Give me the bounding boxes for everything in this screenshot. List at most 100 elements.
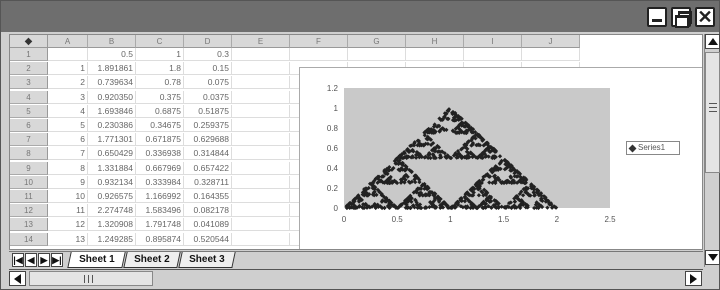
- grid-cell[interactable]: 1.891861: [88, 62, 136, 76]
- grid-cell[interactable]: 1.791748: [136, 218, 184, 232]
- grid-cell[interactable]: [522, 48, 580, 61]
- restore-icon[interactable]: [671, 7, 692, 28]
- grid-cell[interactable]: 0.78: [136, 76, 184, 90]
- grid-cell[interactable]: [464, 48, 522, 61]
- grid-cell[interactable]: 0.932134: [88, 175, 136, 189]
- grid-cell[interactable]: 0.51875: [184, 104, 232, 118]
- grid-cell[interactable]: 0.739634: [88, 76, 136, 90]
- grid-cell[interactable]: 1: [48, 62, 88, 76]
- grid-cell[interactable]: 1.331884: [88, 161, 136, 175]
- grid-cell[interactable]: 8: [48, 161, 88, 175]
- grid-cell[interactable]: 0.333984: [136, 175, 184, 189]
- grid-cell[interactable]: [232, 90, 290, 104]
- grid-cell[interactable]: [348, 48, 406, 61]
- column-header[interactable]: G: [348, 35, 406, 48]
- grid-cell[interactable]: 0.3: [184, 48, 232, 61]
- tab-sheet-1[interactable]: Sheet 1: [67, 252, 126, 268]
- grid-cell[interactable]: [232, 161, 290, 175]
- grid-cell[interactable]: [232, 133, 290, 147]
- grid-cell[interactable]: [232, 232, 290, 246]
- grid-cell[interactable]: 5: [48, 119, 88, 132]
- vertical-scroll-thumb[interactable]: [705, 52, 720, 173]
- horizontal-scrollbar[interactable]: [9, 269, 703, 287]
- scroll-up-icon[interactable]: [705, 34, 720, 49]
- grid-cell[interactable]: 3: [48, 90, 88, 104]
- grid-cell[interactable]: 1.583496: [136, 204, 184, 218]
- column-header[interactable]: D: [184, 35, 232, 48]
- prev-sheet-icon[interactable]: ◀: [25, 253, 37, 267]
- grid-cell[interactable]: 1.8: [136, 62, 184, 76]
- row-header[interactable]: 12: [10, 204, 48, 218]
- grid-cell[interactable]: 0.657422: [184, 161, 232, 175]
- row-header[interactable]: 10: [10, 175, 48, 189]
- row-header[interactable]: 9: [10, 161, 48, 175]
- grid-cell[interactable]: 0.5: [88, 48, 136, 61]
- grid-cell[interactable]: 0.926575: [88, 190, 136, 203]
- scroll-down-icon[interactable]: [705, 250, 720, 265]
- grid-cell[interactable]: [232, 48, 290, 61]
- column-header[interactable]: J: [522, 35, 580, 48]
- tab-sheet-3[interactable]: Sheet 3: [178, 252, 236, 268]
- minimize-icon[interactable]: [647, 7, 667, 27]
- grid-cell[interactable]: 7: [48, 147, 88, 161]
- row-header[interactable]: 14: [10, 232, 48, 246]
- grid-cell[interactable]: 2: [48, 76, 88, 90]
- vertical-scrollbar[interactable]: [704, 34, 720, 267]
- next-sheet-icon[interactable]: ▶: [38, 253, 50, 267]
- grid-cell[interactable]: 0.629688: [184, 133, 232, 147]
- grid-cell[interactable]: 6: [48, 133, 88, 147]
- grid-cell[interactable]: [406, 48, 464, 61]
- grid-cell[interactable]: 0.336938: [136, 147, 184, 161]
- grid-cell[interactable]: [232, 218, 290, 232]
- grid-cell[interactable]: 9: [48, 175, 88, 189]
- grid-cell[interactable]: 0.650429: [88, 147, 136, 161]
- grid-cell[interactable]: 4: [48, 104, 88, 118]
- row-header[interactable]: 3: [10, 76, 48, 90]
- grid-cell[interactable]: 0.041089: [184, 218, 232, 232]
- grid-cell[interactable]: 0.920350: [88, 90, 136, 104]
- grid-cell[interactable]: [232, 62, 290, 76]
- grid-cell[interactable]: 0.6875: [136, 104, 184, 118]
- grid-cell[interactable]: 12: [48, 218, 88, 232]
- scroll-right-icon[interactable]: [685, 271, 702, 286]
- embedded-chart[interactable]: 0 0.2 0.4 0.6 0.8 1 1.2 0 0.5 1 1.5 2 2.5 Series1: [299, 67, 702, 249]
- close-icon[interactable]: ✕: [695, 7, 715, 27]
- grid-cell[interactable]: [290, 48, 348, 61]
- grid-cell[interactable]: 0.0375: [184, 90, 232, 104]
- grid-cell[interactable]: [48, 48, 88, 61]
- row-header[interactable]: 5: [10, 104, 48, 118]
- grid-cell[interactable]: 0.075: [184, 76, 232, 90]
- grid-cell[interactable]: [232, 147, 290, 161]
- column-header[interactable]: I: [464, 35, 522, 48]
- first-sheet-icon[interactable]: |◀: [12, 253, 24, 267]
- tab-sheet-2[interactable]: Sheet 2: [123, 252, 181, 268]
- column-header[interactable]: A: [48, 35, 88, 48]
- grid-cell[interactable]: 0.259375: [184, 119, 232, 132]
- grid-cell[interactable]: 0.667969: [136, 161, 184, 175]
- grid-cell[interactable]: 1.320908: [88, 218, 136, 232]
- column-header[interactable]: F: [290, 35, 348, 48]
- grid-cell[interactable]: 0.520544: [184, 232, 232, 246]
- horizontal-scroll-thumb[interactable]: [29, 271, 153, 286]
- grid-cell[interactable]: [232, 119, 290, 132]
- row-header[interactable]: 1: [10, 48, 48, 61]
- grid-cell[interactable]: [232, 190, 290, 203]
- scroll-left-icon[interactable]: [9, 271, 26, 286]
- column-header[interactable]: C: [136, 35, 184, 48]
- grid-cell[interactable]: [232, 76, 290, 90]
- grid-cell[interactable]: 0.15: [184, 62, 232, 76]
- grid-cell[interactable]: 11: [48, 204, 88, 218]
- grid-cell[interactable]: [232, 104, 290, 118]
- row-header[interactable]: 8: [10, 147, 48, 161]
- grid-cell[interactable]: 2.274748: [88, 204, 136, 218]
- grid-cell[interactable]: 1.771301: [88, 133, 136, 147]
- grid-cell[interactable]: 1.166992: [136, 190, 184, 203]
- grid-cell[interactable]: 0.34675: [136, 119, 184, 132]
- grid-cell[interactable]: 13: [48, 232, 88, 246]
- row-header[interactable]: 7: [10, 133, 48, 147]
- grid-cell[interactable]: [232, 204, 290, 218]
- row-header[interactable]: 13: [10, 218, 48, 232]
- grid-cell[interactable]: 0.230386: [88, 119, 136, 132]
- grid-cell[interactable]: [232, 175, 290, 189]
- column-header[interactable]: E: [232, 35, 290, 48]
